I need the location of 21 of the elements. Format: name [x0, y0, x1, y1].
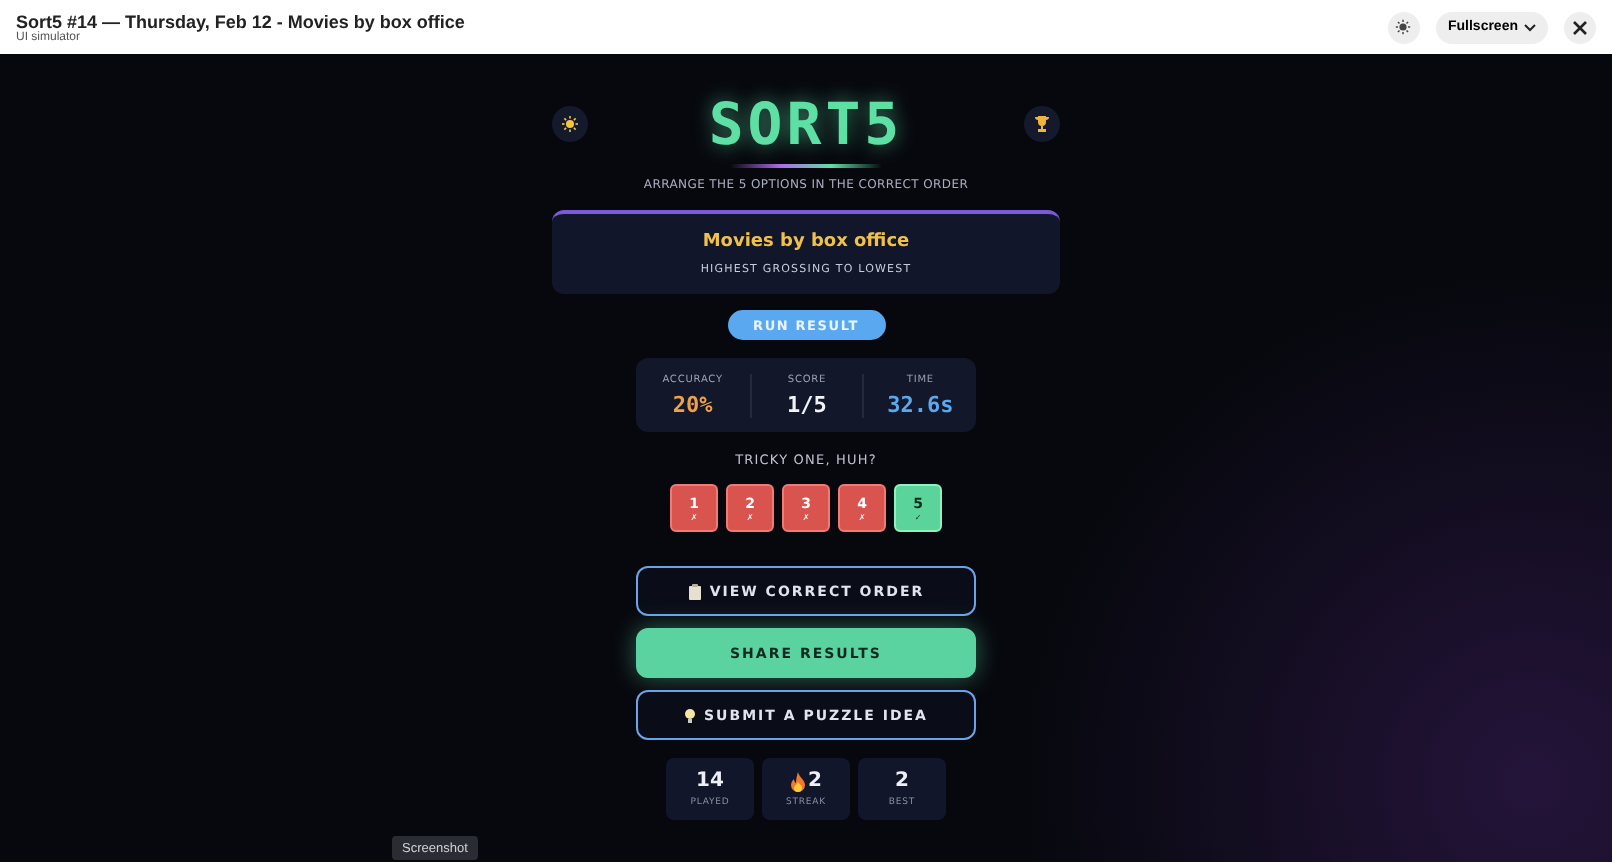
sun-icon	[1394, 18, 1413, 36]
theme-button[interactable]	[1387, 11, 1420, 43]
theme-toggle-button[interactable]	[552, 106, 588, 142]
window-title: Sort5 #14 — Thursday, Feb 12 - Movies by box office	[16, 11, 467, 31]
close-button[interactable]	[1564, 11, 1596, 43]
trophy-icon	[1032, 114, 1052, 134]
flame-icon	[790, 771, 807, 791]
puzzle-title: Movies by box office	[702, 232, 910, 252]
clipboard-icon	[687, 583, 702, 599]
total-value: 14	[696, 770, 724, 792]
total-value: 2	[895, 770, 909, 792]
stat-value: 1/5	[787, 391, 827, 417]
close-icon	[1572, 19, 1588, 35]
chevron-down-icon	[1524, 23, 1536, 31]
game-logo: SORT5	[708, 90, 904, 158]
stat-value: 32.6s	[887, 391, 954, 417]
total-value: 2	[808, 770, 822, 792]
lightbulb-icon	[684, 707, 697, 723]
stat-value: 20%	[672, 391, 713, 417]
sun-icon	[560, 114, 580, 134]
leaderboard-button[interactable]	[1024, 106, 1060, 142]
